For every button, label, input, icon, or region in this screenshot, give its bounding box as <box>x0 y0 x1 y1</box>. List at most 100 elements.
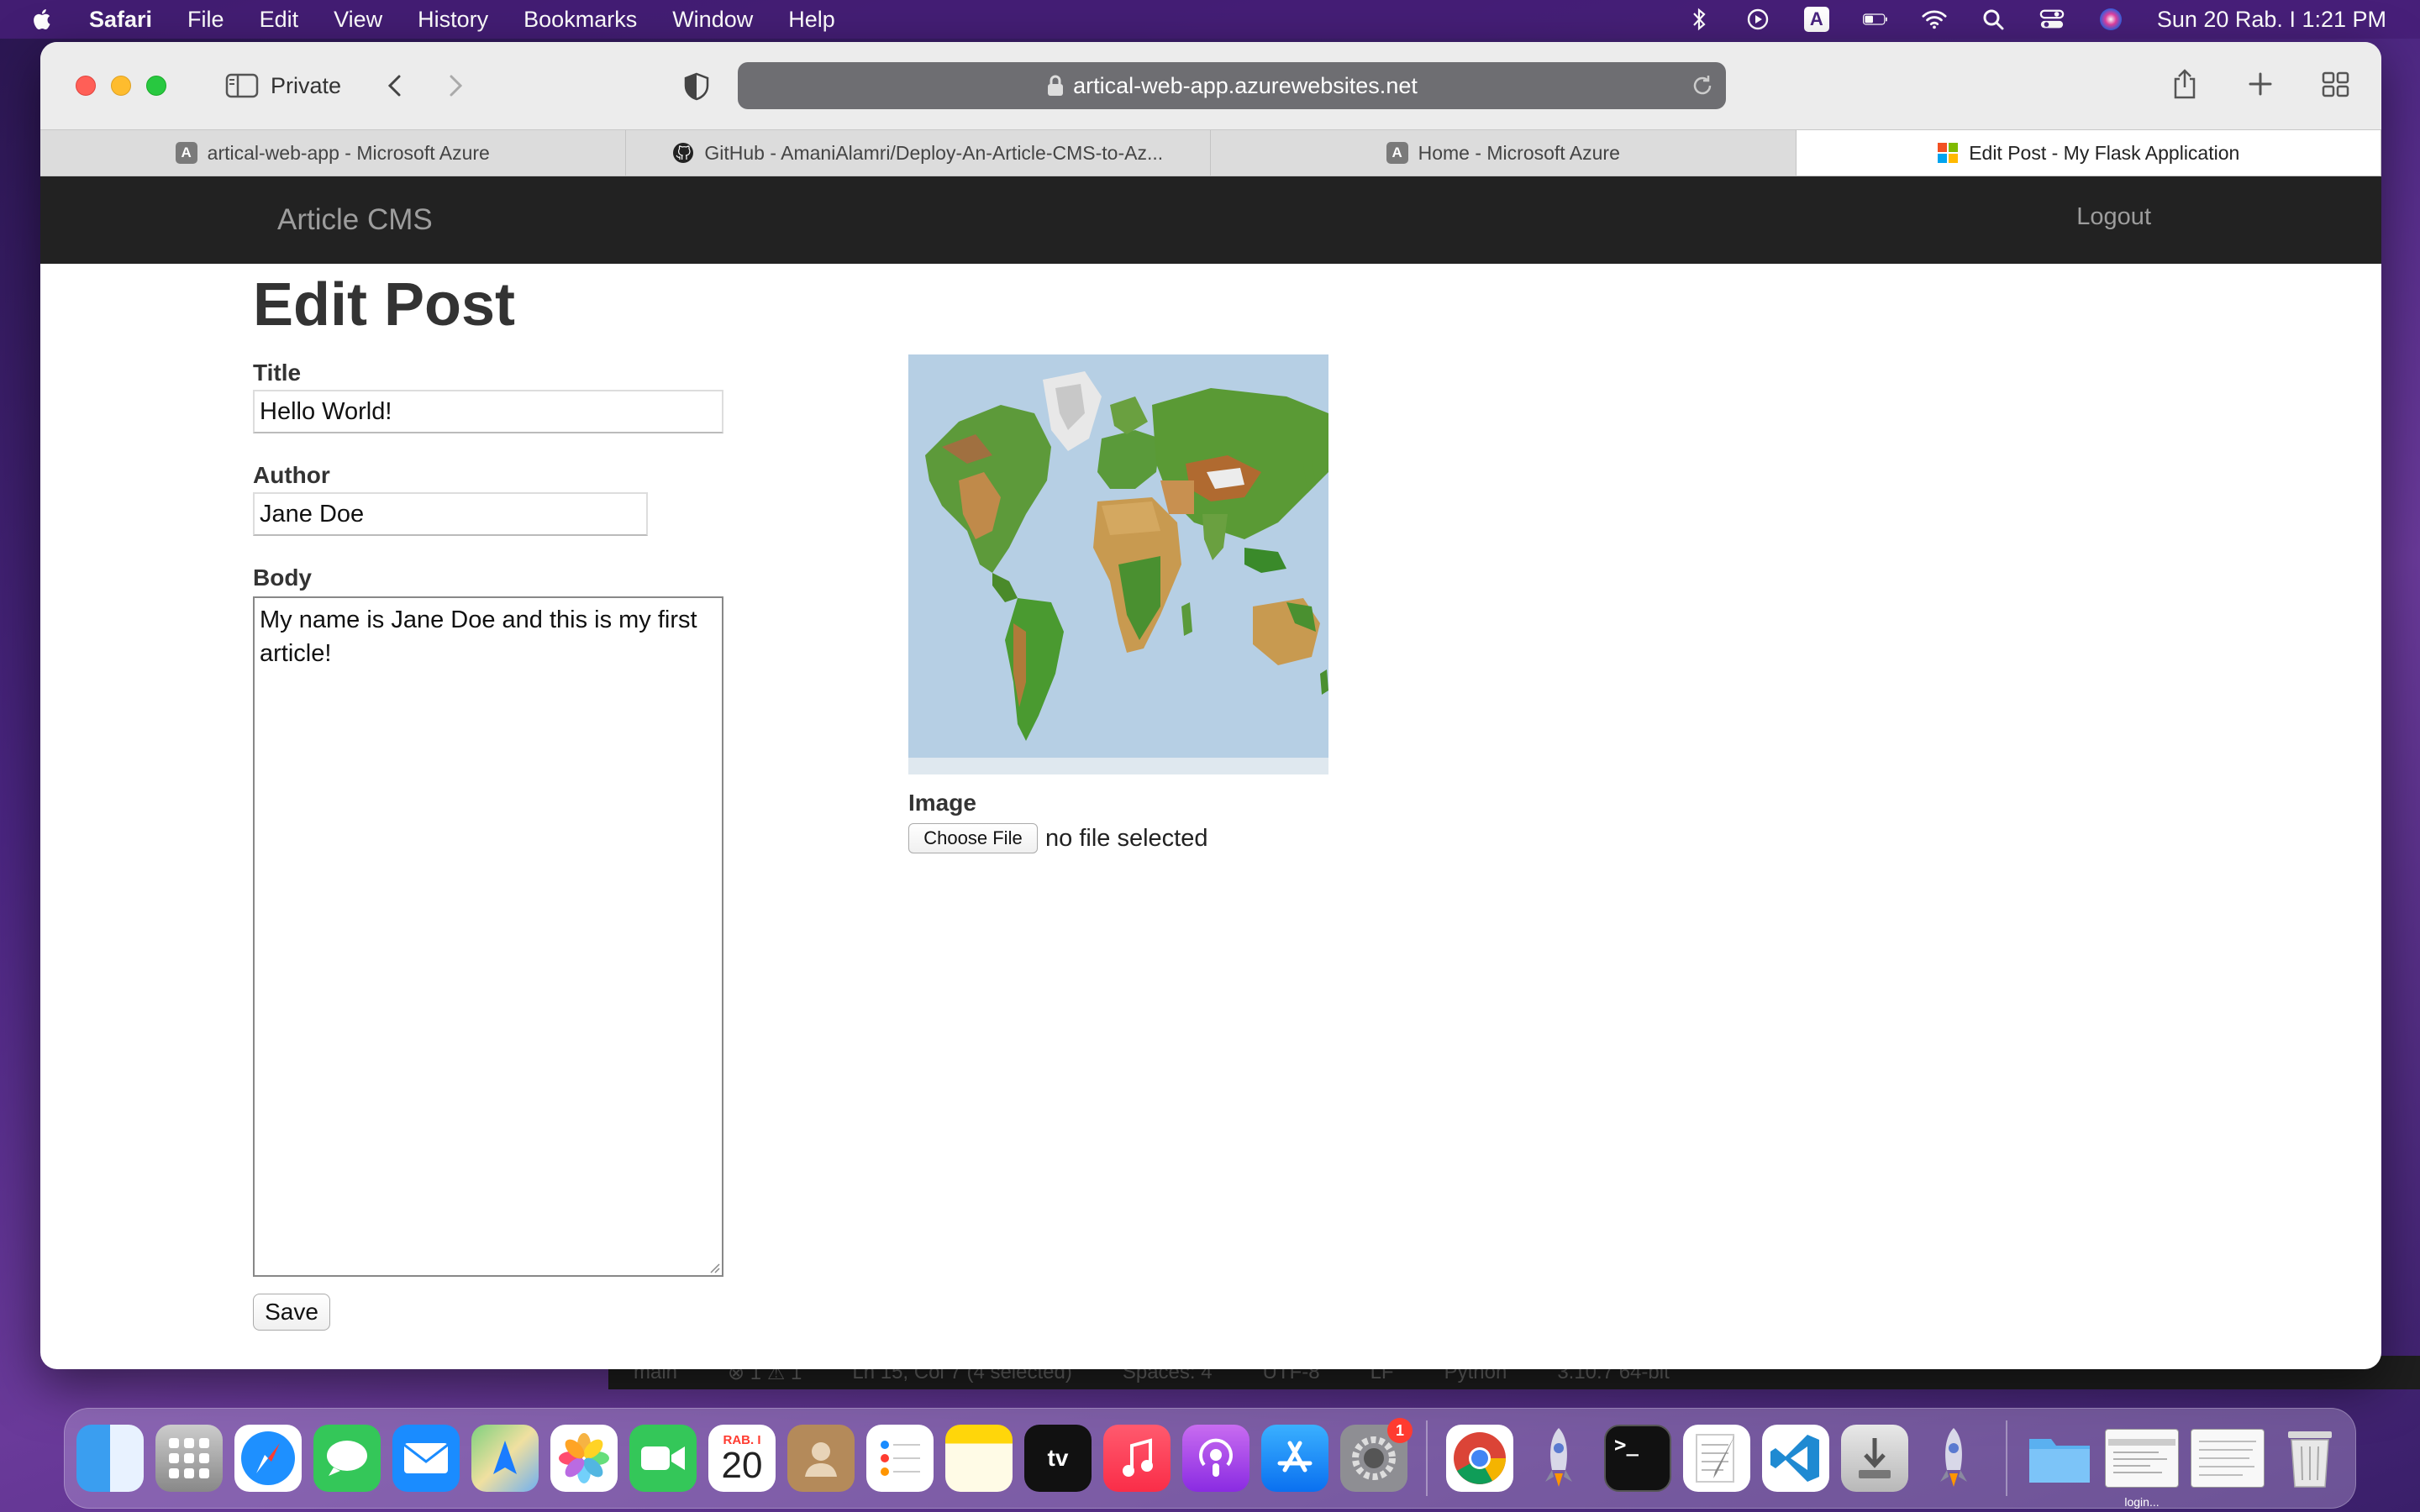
tab-github[interactable]: GitHub - AmaniAlamri/Deploy-An-Article-C… <box>626 130 1211 176</box>
podcasts-icon[interactable] <box>1182 1425 1249 1492</box>
menu-window[interactable]: Window <box>672 7 753 33</box>
close-window-button[interactable] <box>76 76 96 96</box>
private-mode-label: Private <box>271 72 342 98</box>
azure-favicon-icon: A <box>175 142 197 164</box>
github-icon <box>673 143 694 163</box>
body-label: Body <box>253 564 312 591</box>
logout-link[interactable]: Logout <box>2076 203 2151 231</box>
battery-icon[interactable] <box>1862 7 1888 32</box>
document-thumbnail[interactable] <box>2191 1429 2265 1488</box>
world-map-image <box>908 354 1328 774</box>
image-label: Image <box>908 790 976 816</box>
resize-grip-icon[interactable] <box>707 1260 720 1273</box>
author-label: Author <box>253 462 330 488</box>
author-input[interactable]: Jane Doe <box>253 492 648 536</box>
menu-edit[interactable]: Edit <box>260 7 299 33</box>
azure-favicon-icon: A <box>1386 142 1408 164</box>
window-controls <box>76 76 166 96</box>
tab-bar: A artical-web-app - Microsoft Azure GitH… <box>40 129 2381 176</box>
chrome-icon[interactable] <box>1446 1425 1513 1492</box>
siri-icon[interactable] <box>2098 7 2123 32</box>
contacts-icon[interactable] <box>787 1425 855 1492</box>
music-icon[interactable] <box>1103 1425 1171 1492</box>
site-brand-link[interactable]: Article CMS <box>277 203 433 237</box>
tab-edit-post[interactable]: Edit Post - My Flask Application <box>1796 130 2381 176</box>
tab-label: Home - Microsoft Azure <box>1418 141 1620 164</box>
reload-icon[interactable] <box>1691 74 1714 97</box>
reminders-icon[interactable] <box>866 1425 934 1492</box>
dock-separator <box>2006 1420 2007 1496</box>
menubar-clock[interactable]: Sun 20 Rab. I 1:21 PM <box>2157 7 2386 33</box>
choose-file-button[interactable]: Choose File <box>908 823 1038 853</box>
vscode-icon[interactable] <box>1762 1425 1829 1492</box>
menu-help[interactable]: Help <box>788 7 835 33</box>
url-text[interactable]: artical-web-app.azurewebsites.net <box>1073 73 1418 99</box>
title-label: Title <box>253 360 302 386</box>
safari-icon[interactable] <box>234 1425 302 1492</box>
back-icon[interactable] <box>383 73 408 98</box>
toolbar-right <box>2168 67 2353 101</box>
rocket-app-2-icon[interactable] <box>1920 1425 1987 1492</box>
privacy-report-icon[interactable] <box>682 72 711 101</box>
screen-record-icon[interactable] <box>1745 7 1770 32</box>
body-textarea[interactable]: My name is Jane Doe and this is my first… <box>253 596 723 1277</box>
menu-bar: Safari File Edit View History Bookmarks … <box>0 0 2420 39</box>
menu-bookmarks[interactable]: Bookmarks <box>523 7 637 33</box>
dock: RAB. I 20 tv 1 >_ login... <box>64 1408 2356 1509</box>
dock-separator <box>1426 1420 1428 1496</box>
trash-icon[interactable] <box>2276 1425 2344 1492</box>
bluetooth-icon[interactable] <box>1686 7 1712 32</box>
file-status-text: no file selected <box>1045 825 1208 852</box>
thumbnail-label: login... <box>2124 1495 2160 1509</box>
apple-menu-icon[interactable] <box>30 7 55 32</box>
installer-icon[interactable] <box>1841 1425 1908 1492</box>
sidebar-toggle-icon[interactable] <box>225 73 259 98</box>
textedit-icon[interactable] <box>1683 1425 1750 1492</box>
calendar-icon[interactable]: RAB. I 20 <box>708 1425 776 1492</box>
mail-icon[interactable] <box>392 1425 460 1492</box>
site-navbar: Article CMS Logout <box>40 176 2381 264</box>
title-input[interactable]: Hello World! <box>253 390 723 433</box>
zoom-window-button[interactable] <box>146 76 166 96</box>
menu-history[interactable]: History <box>418 7 488 33</box>
finder-icon[interactable] <box>76 1425 144 1492</box>
menu-app-name[interactable]: Safari <box>89 7 152 33</box>
tab-azure-app[interactable]: A artical-web-app - Microsoft Azure <box>40 130 626 176</box>
launchpad-icon[interactable] <box>155 1425 223 1492</box>
system-preferences-icon[interactable]: 1 <box>1340 1418 1413 1492</box>
apple-tv-icon[interactable]: tv <box>1024 1425 1092 1492</box>
tab-label: GitHub - AmaniAlamri/Deploy-An-Article-C… <box>704 141 1164 164</box>
page-content: Edit Post Title Hello World! Author Jane… <box>40 264 2381 1369</box>
messages-icon[interactable] <box>313 1425 381 1492</box>
safari-window: Private artical-web-app.azurewebsites.ne… <box>40 42 2381 1369</box>
new-tab-icon[interactable] <box>2244 67 2277 101</box>
input-source-letter: A <box>1803 7 1829 32</box>
menu-view[interactable]: View <box>334 7 382 33</box>
share-icon[interactable] <box>2168 67 2202 101</box>
finder-window-thumbnail[interactable]: login... <box>2105 1429 2179 1509</box>
forward-icon[interactable] <box>442 73 467 98</box>
tab-label: Edit Post - My Flask Application <box>1969 141 2240 164</box>
address-bar[interactable]: artical-web-app.azurewebsites.net <box>738 62 1726 109</box>
spotlight-icon[interactable] <box>1981 7 2006 32</box>
input-source-icon[interactable]: A <box>1803 7 1829 32</box>
notes-icon[interactable] <box>945 1425 1013 1492</box>
minimize-window-button[interactable] <box>111 76 131 96</box>
save-button[interactable]: Save <box>253 1294 330 1331</box>
control-center-icon[interactable] <box>2039 7 2065 32</box>
tab-label: artical-web-app - Microsoft Azure <box>207 141 490 164</box>
maps-icon[interactable] <box>471 1425 539 1492</box>
tab-overview-icon[interactable] <box>2319 67 2353 101</box>
menu-file[interactable]: File <box>187 7 224 33</box>
body-text: My name is Jane Doe and this is my first… <box>260 606 697 667</box>
photos-icon[interactable] <box>550 1425 618 1492</box>
terminal-icon[interactable]: >_ <box>1604 1425 1671 1492</box>
lock-icon <box>1048 75 1064 96</box>
rocket-app-icon[interactable] <box>1525 1425 1592 1492</box>
microsoft-logo-icon <box>1938 143 1959 163</box>
app-store-icon[interactable] <box>1261 1425 1328 1492</box>
wifi-icon[interactable] <box>1922 7 1947 32</box>
folder-icon[interactable] <box>2026 1425 2093 1492</box>
tab-azure-home[interactable]: A Home - Microsoft Azure <box>1211 130 1797 176</box>
facetime-icon[interactable] <box>629 1425 697 1492</box>
